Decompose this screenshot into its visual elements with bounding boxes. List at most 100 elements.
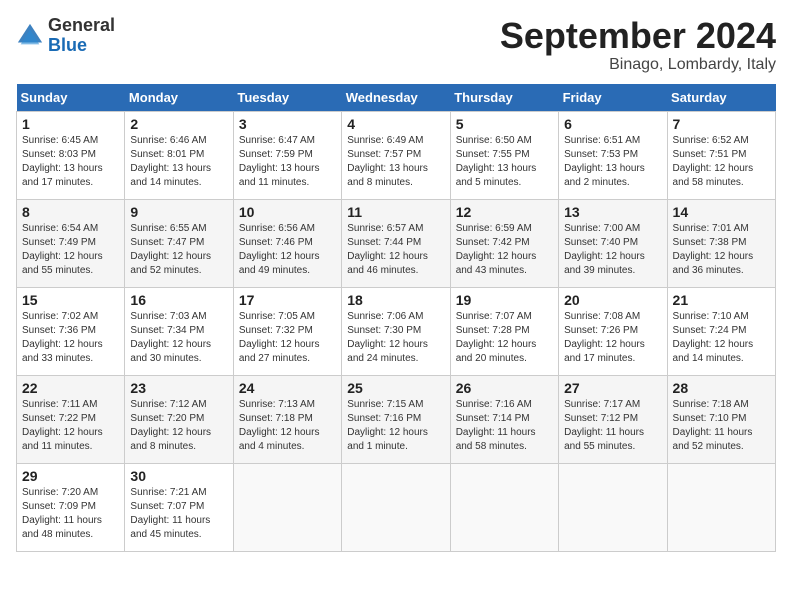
day-detail: Sunrise: 7:12 AMSunset: 7:20 PMDaylight:… (130, 398, 227, 454)
day-number: 29 (22, 468, 119, 484)
calendar-cell: 12 Sunrise: 6:59 AMSunset: 7:42 PMDayligh… (450, 199, 558, 287)
day-detail: Sunrise: 7:06 AMSunset: 7:30 PMDaylight:… (347, 310, 444, 366)
page-header: General Blue September 2024 Binago, Lomb… (16, 16, 776, 74)
calendar-table: SundayMondayTuesdayWednesdayThursdayFrid… (16, 84, 776, 552)
calendar-cell: 13Sunrise: 7:00 AMSunset: 7:40 PMDayligh… (559, 199, 667, 287)
calendar-cell (559, 463, 667, 551)
day-detail: Sunrise: 7:15 AMSunset: 7:16 PMDaylight:… (347, 398, 444, 454)
day-number: 14 (673, 204, 770, 220)
calendar-cell: 22Sunrise: 7:11 AMSunset: 7:22 PMDayligh… (17, 375, 125, 463)
day-detail: Sunrise: 6:49 AMSunset: 7:57 PMDaylight:… (347, 134, 444, 190)
calendar-cell: 19Sunrise: 7:07 AMSunset: 7:28 PMDayligh… (450, 287, 558, 375)
calendar-week-row: 8Sunrise: 6:54 AMSunset: 7:49 PMDaylight… (17, 199, 776, 287)
calendar-cell: 26Sunrise: 7:16 AMSunset: 7:14 PMDayligh… (450, 375, 558, 463)
column-header-monday: Monday (125, 84, 233, 112)
logo-text: General Blue (48, 16, 115, 56)
day-detail: Sunrise: 6:57 AMSunset: 7:44 PMDaylight:… (347, 222, 444, 278)
calendar-cell: 4 Sunrise: 6:49 AMSunset: 7:57 PMDaylight… (342, 111, 450, 199)
day-number: 12 (456, 204, 553, 220)
logo-general: General (48, 15, 115, 35)
calendar-cell: 20 Sunrise: 7:08 AMSunset: 7:26 PMDayligh… (559, 287, 667, 375)
day-detail: Sunrise: 6:59 AMSunset: 7:42 PMDaylight:… (456, 222, 553, 278)
title-block: September 2024 Binago, Lombardy, Italy (500, 16, 776, 74)
column-header-wednesday: Wednesday (342, 84, 450, 112)
calendar-cell (233, 463, 341, 551)
day-number: 20 (564, 292, 661, 308)
day-number: 7 (673, 116, 770, 132)
day-detail: Sunrise: 7:16 AMSunset: 7:14 PMDaylight:… (456, 398, 553, 454)
day-detail: Sunrise: 7:02 AMSunset: 7:36 PMDaylight:… (22, 310, 119, 366)
day-number: 1 (22, 116, 119, 132)
day-number: 4 (347, 116, 444, 132)
day-detail: Sunrise: 7:07 AMSunset: 7:28 PMDaylight:… (456, 310, 553, 366)
day-detail: Sunrise: 7:18 AMSunset: 7:10 PMDaylight:… (673, 398, 770, 454)
month-title: September 2024 (500, 16, 776, 56)
day-number: 2 (130, 116, 227, 132)
column-header-friday: Friday (559, 84, 667, 112)
calendar-header-row: SundayMondayTuesdayWednesdayThursdayFrid… (17, 84, 776, 112)
column-header-sunday: Sunday (17, 84, 125, 112)
calendar-cell: 17 Sunrise: 7:05 AMSunset: 7:32 PMDayligh… (233, 287, 341, 375)
calendar-cell: 7 Sunrise: 6:52 AMSunset: 7:51 PMDaylight… (667, 111, 775, 199)
calendar-week-row: 1 Sunrise: 6:45 AMSunset: 8:03 PMDaylight… (17, 111, 776, 199)
logo-blue: Blue (48, 35, 87, 55)
day-number: 8 (22, 204, 119, 220)
day-detail: Sunrise: 7:13 AMSunset: 7:18 PMDaylight:… (239, 398, 336, 454)
day-number: 25 (347, 380, 444, 396)
calendar-cell: 23 Sunrise: 7:12 AMSunset: 7:20 PMDayligh… (125, 375, 233, 463)
day-number: 3 (239, 116, 336, 132)
day-number: 28 (673, 380, 770, 396)
day-detail: Sunrise: 6:55 AMSunset: 7:47 PMDaylight:… (130, 222, 227, 278)
day-detail: Sunrise: 6:51 AMSunset: 7:53 PMDaylight:… (564, 134, 661, 190)
day-number: 23 (130, 380, 227, 396)
day-detail: Sunrise: 7:03 AMSunset: 7:34 PMDaylight:… (130, 310, 227, 366)
day-detail: Sunrise: 6:56 AMSunset: 7:46 PMDaylight:… (239, 222, 336, 278)
calendar-week-row: 15 Sunrise: 7:02 AMSunset: 7:36 PMDayligh… (17, 287, 776, 375)
calendar-cell: 25 Sunrise: 7:15 AMSunset: 7:16 PMDayligh… (342, 375, 450, 463)
location: Binago, Lombardy, Italy (500, 56, 776, 74)
calendar-cell: 28 Sunrise: 7:18 AMSunset: 7:10 PMDayligh… (667, 375, 775, 463)
day-number: 9 (130, 204, 227, 220)
day-detail: Sunrise: 6:46 AMSunset: 8:01 PMDaylight:… (130, 134, 227, 190)
day-number: 5 (456, 116, 553, 132)
logo-icon (16, 22, 44, 50)
column-header-saturday: Saturday (667, 84, 775, 112)
day-detail: Sunrise: 7:01 AMSunset: 7:38 PMDaylight:… (673, 222, 770, 278)
calendar-cell: 27Sunrise: 7:17 AMSunset: 7:12 PMDayligh… (559, 375, 667, 463)
day-number: 11 (347, 204, 444, 220)
day-detail: Sunrise: 6:47 AMSunset: 7:59 PMDaylight:… (239, 134, 336, 190)
day-detail: Sunrise: 7:08 AMSunset: 7:26 PMDaylight:… (564, 310, 661, 366)
day-number: 16 (130, 292, 227, 308)
day-number: 15 (22, 292, 119, 308)
calendar-cell (667, 463, 775, 551)
calendar-week-row: 22Sunrise: 7:11 AMSunset: 7:22 PMDayligh… (17, 375, 776, 463)
calendar-cell (342, 463, 450, 551)
day-number: 21 (673, 292, 770, 308)
calendar-cell: 29 Sunrise: 7:20 AMSunset: 7:09 PMDayligh… (17, 463, 125, 551)
calendar-cell (450, 463, 558, 551)
calendar-cell: 16 Sunrise: 7:03 AMSunset: 7:34 PMDayligh… (125, 287, 233, 375)
calendar-cell: 14 Sunrise: 7:01 AMSunset: 7:38 PMDayligh… (667, 199, 775, 287)
day-number: 24 (239, 380, 336, 396)
column-header-thursday: Thursday (450, 84, 558, 112)
calendar-cell: 3 Sunrise: 6:47 AMSunset: 7:59 PMDaylight… (233, 111, 341, 199)
day-number: 6 (564, 116, 661, 132)
day-number: 13 (564, 204, 661, 220)
day-number: 10 (239, 204, 336, 220)
calendar-cell: 18Sunrise: 7:06 AMSunset: 7:30 PMDayligh… (342, 287, 450, 375)
day-detail: Sunrise: 7:05 AMSunset: 7:32 PMDaylight:… (239, 310, 336, 366)
day-number: 17 (239, 292, 336, 308)
day-detail: Sunrise: 7:20 AMSunset: 7:09 PMDaylight:… (22, 486, 119, 542)
day-detail: Sunrise: 7:11 AMSunset: 7:22 PMDaylight:… (22, 398, 119, 454)
logo: General Blue (16, 16, 115, 56)
calendar-cell: 11 Sunrise: 6:57 AMSunset: 7:44 PMDayligh… (342, 199, 450, 287)
day-detail: Sunrise: 7:10 AMSunset: 7:24 PMDaylight:… (673, 310, 770, 366)
day-detail: Sunrise: 6:45 AMSunset: 8:03 PMDaylight:… (22, 134, 119, 190)
day-number: 30 (130, 468, 227, 484)
calendar-cell: 15 Sunrise: 7:02 AMSunset: 7:36 PMDayligh… (17, 287, 125, 375)
calendar-cell: 24 Sunrise: 7:13 AMSunset: 7:18 PMDayligh… (233, 375, 341, 463)
calendar-cell: 30Sunrise: 7:21 AMSunset: 7:07 PMDayligh… (125, 463, 233, 551)
day-detail: Sunrise: 6:52 AMSunset: 7:51 PMDaylight:… (673, 134, 770, 190)
calendar-cell: 6 Sunrise: 6:51 AMSunset: 7:53 PMDaylight… (559, 111, 667, 199)
calendar-cell: 1 Sunrise: 6:45 AMSunset: 8:03 PMDaylight… (17, 111, 125, 199)
